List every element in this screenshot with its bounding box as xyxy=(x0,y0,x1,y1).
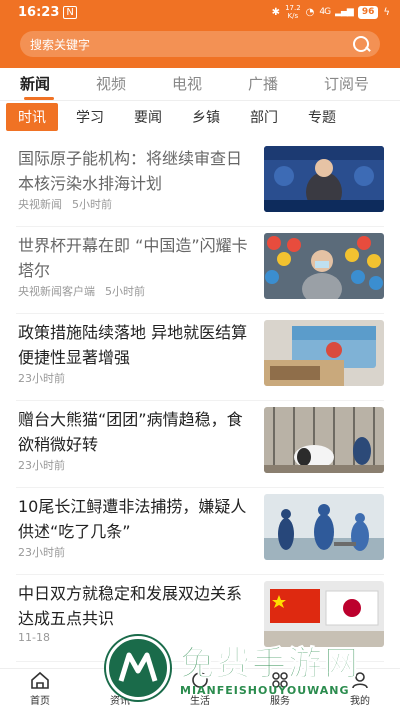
watermark: 免费手游网 MIANFEISHOUYOUWANG xyxy=(106,636,386,711)
news-time: 23小时前 xyxy=(18,459,65,472)
network-speed: 17.2 K/s xyxy=(285,4,301,20)
news-meta: 23小时前 xyxy=(18,457,65,473)
app-header: 16:23 N ✱ 17.2 K/s ◔ 4G ▂▄▆ 96 ϟ 搜索关键字 xyxy=(0,0,400,68)
news-time: 11-18 xyxy=(18,631,50,644)
watermark-subtitle: MIANFEISHOUYOUWANG xyxy=(180,684,350,697)
signal-icon: 4G xyxy=(319,7,331,17)
news-time: 5小时前 xyxy=(105,285,145,298)
news-source: 央视新闻客户端 xyxy=(18,285,95,298)
news-meta: 央视新闻 5小时前 xyxy=(18,196,112,212)
subtab-topics[interactable]: 专题 xyxy=(296,103,348,131)
battery-icon: 96 xyxy=(357,5,379,19)
tab-news[interactable]: 新闻 xyxy=(20,73,96,100)
search-icon[interactable] xyxy=(352,35,370,53)
news-thumbnail xyxy=(264,494,384,560)
news-thumbnail xyxy=(264,233,384,299)
subtab-headlines[interactable]: 要闻 xyxy=(122,103,174,131)
status-time: 16:23 xyxy=(18,4,60,20)
news-meta: 23小时前 xyxy=(18,370,65,386)
subtab-towns[interactable]: 乡镇 xyxy=(180,103,232,131)
signal-bars-icon: ▂▄▆ xyxy=(335,7,354,17)
tab-radio[interactable]: 广播 xyxy=(248,73,324,100)
subtab-departments[interactable]: 部门 xyxy=(238,103,290,131)
nav-home[interactable]: 首页 xyxy=(0,669,80,711)
news-meta: 央视新闻客户端 5小时前 xyxy=(18,283,145,299)
charging-icon: ϟ xyxy=(383,6,390,18)
status-bar: 16:23 N ✱ 17.2 K/s ◔ 4G ▂▄▆ 96 ϟ xyxy=(0,0,400,24)
news-time: 5小时前 xyxy=(72,198,112,211)
tab-tv[interactable]: 电视 xyxy=(172,73,248,100)
nav-home-label: 首页 xyxy=(30,696,50,707)
news-source: 央视新闻 xyxy=(18,198,62,211)
bluetooth-icon: ✱ xyxy=(271,6,281,18)
wifi-icon: ◔ xyxy=(305,6,315,18)
notification-n-icon: N xyxy=(63,5,77,19)
news-time: 23小时前 xyxy=(18,546,65,559)
news-time: 23小时前 xyxy=(18,372,65,385)
watermark-title: 免费手游网 xyxy=(180,644,360,685)
news-thumbnail xyxy=(264,407,384,473)
news-item[interactable]: 国际原子能机构：将继续审查日本核污染水排海计划 央视新闻 5小时前 xyxy=(16,140,384,227)
news-title: 中日双方就稳定和发展双边关系达成五点共识 xyxy=(18,584,243,628)
news-title: 国际原子能机构：将继续审查日本核污染水排海计划 xyxy=(18,149,243,193)
news-title: 10尾长江鲟遭非法捕捞，嫌疑人供述“吃了几条” xyxy=(18,497,247,541)
news-meta: 23小时前 xyxy=(18,544,65,560)
news-item[interactable]: 政策措施陆续落地 异地就医结算便捷性显著增强 23小时前 xyxy=(16,314,384,401)
subtab-study[interactable]: 学习 xyxy=(64,103,116,131)
sub-tabs: 时讯 学习 要闻 乡镇 部门 专题 xyxy=(0,101,400,133)
main-tabs: 新闻 视频 电视 广播 订阅号 xyxy=(0,72,400,100)
news-thumbnail xyxy=(264,320,384,386)
watermark-logo xyxy=(106,636,170,700)
tab-video[interactable]: 视频 xyxy=(96,73,172,100)
news-title: 赠台大熊猫“团团”病情趋稳，食欲稍微好转 xyxy=(18,410,243,454)
news-meta: 11-18 xyxy=(18,631,50,644)
news-title: 政策措施陆续落地 异地就医结算便捷性显著增强 xyxy=(18,323,248,367)
subtab-flash-news[interactable]: 时讯 xyxy=(6,103,58,131)
search-placeholder: 搜索关键字 xyxy=(30,37,91,52)
news-thumbnail xyxy=(264,146,384,212)
tab-subscriptions[interactable]: 订阅号 xyxy=(324,73,400,100)
news-item[interactable]: 10尾长江鲟遭非法捕捞，嫌疑人供述“吃了几条” 23小时前 xyxy=(16,488,384,575)
news-item[interactable]: 赠台大熊猫“团团”病情趋稳，食欲稍微好转 23小时前 xyxy=(16,401,384,488)
news-item[interactable]: 世界杯开幕在即 “中国造”闪耀卡塔尔 央视新闻客户端 5小时前 xyxy=(16,227,384,314)
home-icon xyxy=(31,671,49,689)
news-title: 世界杯开幕在即 “中国造”闪耀卡塔尔 xyxy=(18,236,248,280)
news-list: 国际原子能机构：将继续审查日本核污染水排海计划 央视新闻 5小时前 世界杯开幕在即… xyxy=(0,140,400,662)
search-bar[interactable]: 搜索关键字 xyxy=(20,31,380,57)
